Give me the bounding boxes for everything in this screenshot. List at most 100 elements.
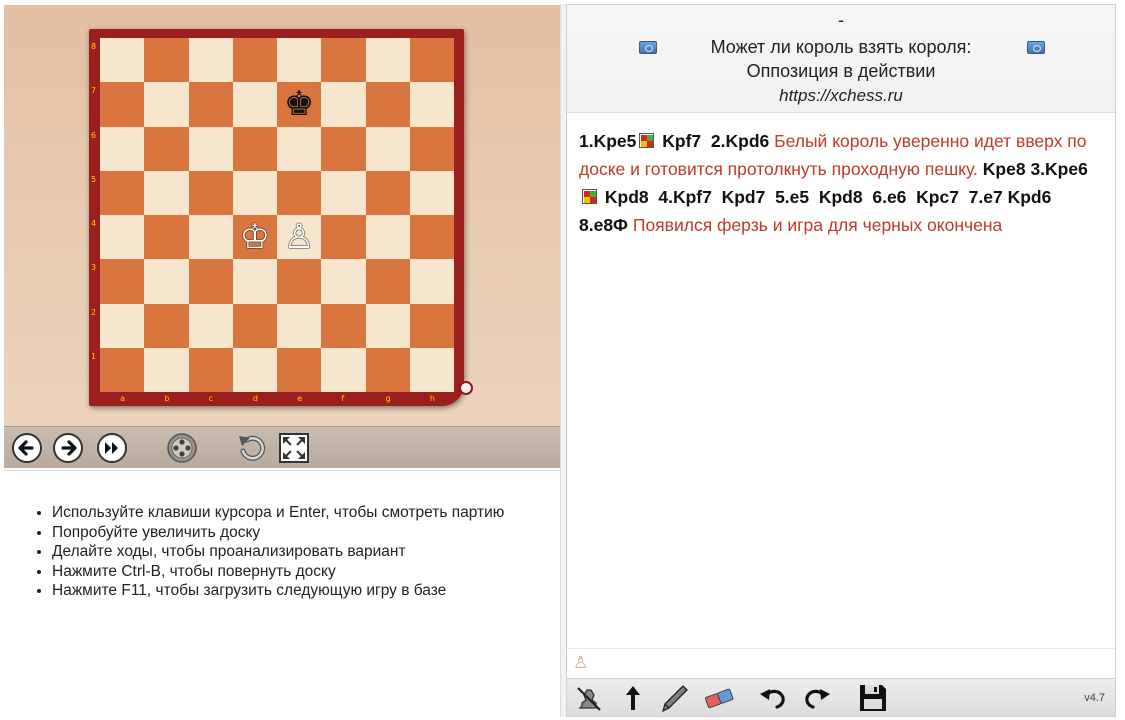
square-a1[interactable] <box>100 347 145 392</box>
square-f1[interactable] <box>321 347 366 392</box>
source-url[interactable]: https://xchess.ru <box>567 86 1115 106</box>
square-h8[interactable] <box>409 38 454 83</box>
square-a4[interactable] <box>100 215 145 260</box>
fullscreen-button[interactable] <box>278 432 310 464</box>
square-f3[interactable] <box>321 259 366 304</box>
square-h6[interactable] <box>409 126 454 171</box>
prev-move-button[interactable] <box>11 432 43 464</box>
square-a8[interactable] <box>100 38 145 83</box>
square-a6[interactable] <box>100 126 145 171</box>
square-f4[interactable] <box>321 215 366 260</box>
move[interactable]: Kpf7 <box>662 131 701 151</box>
last-move-button[interactable] <box>96 432 128 464</box>
square-c6[interactable] <box>188 126 233 171</box>
move[interactable]: Kpc7 <box>916 187 959 207</box>
square-g5[interactable] <box>365 170 410 215</box>
promote-variation-button[interactable] <box>617 682 649 714</box>
white-king-piece[interactable]: ♔ <box>233 215 277 259</box>
square-a7[interactable] <box>100 82 145 127</box>
square-c8[interactable] <box>188 38 233 83</box>
square-e8[interactable] <box>277 38 322 83</box>
square-b1[interactable] <box>144 347 189 392</box>
square-h1[interactable] <box>409 347 454 392</box>
black-king-piece[interactable]: ♚ <box>277 82 321 126</box>
square-g3[interactable] <box>365 259 410 304</box>
move[interactable]: Kpd6 <box>1008 187 1052 207</box>
square-c2[interactable] <box>188 303 233 348</box>
erase-button[interactable] <box>703 682 735 714</box>
square-g2[interactable] <box>365 303 410 348</box>
square-g8[interactable] <box>365 38 410 83</box>
square-c1[interactable] <box>188 347 233 392</box>
flip-board-button[interactable] <box>236 432 268 464</box>
square-b2[interactable] <box>144 303 189 348</box>
square-h7[interactable] <box>409 82 454 127</box>
square-d6[interactable] <box>232 126 277 171</box>
move[interactable]: 3.Kpe6 <box>1030 159 1087 179</box>
move[interactable]: 7.e7 <box>969 187 1003 207</box>
move[interactable]: 8.e8Ф <box>579 215 628 235</box>
square-f8[interactable] <box>321 38 366 83</box>
square-b8[interactable] <box>144 38 189 83</box>
square-b3[interactable] <box>144 259 189 304</box>
chessboard[interactable]: 8 7 6 5 4 3 2 1 a b c d e f g h ♚ ♔ ♙ <box>91 38 454 403</box>
redo-button[interactable] <box>801 682 833 714</box>
next-move-button[interactable] <box>52 432 84 464</box>
square-d8[interactable] <box>232 38 277 83</box>
square-h3[interactable] <box>409 259 454 304</box>
square-a3[interactable] <box>100 259 145 304</box>
square-c4[interactable] <box>188 215 233 260</box>
square-f2[interactable] <box>321 303 366 348</box>
square-f5[interactable] <box>321 170 366 215</box>
square-g6[interactable] <box>365 126 410 171</box>
move[interactable]: Kpd8 <box>819 187 863 207</box>
square-c5[interactable] <box>188 170 233 215</box>
square-f6[interactable] <box>321 126 366 171</box>
square-b6[interactable] <box>144 126 189 171</box>
square-e3[interactable] <box>277 259 322 304</box>
square-c7[interactable] <box>188 82 233 127</box>
white-pawn-piece[interactable]: ♙ <box>277 215 321 259</box>
square-b4[interactable] <box>144 215 189 260</box>
square-a5[interactable] <box>100 170 145 215</box>
analysis-icon <box>639 133 655 148</box>
square-e5[interactable] <box>277 170 322 215</box>
save-button[interactable] <box>857 682 889 714</box>
delete-move-button[interactable] <box>573 682 605 714</box>
square-c3[interactable] <box>188 259 233 304</box>
square-e2[interactable] <box>277 303 322 348</box>
square-d2[interactable] <box>232 303 277 348</box>
rank-label: 4 <box>91 219 97 228</box>
square-a2[interactable] <box>100 303 145 348</box>
square-g4[interactable] <box>365 215 410 260</box>
square-d3[interactable] <box>232 259 277 304</box>
square-h4[interactable] <box>409 215 454 260</box>
move[interactable]: Kpd7 <box>722 187 766 207</box>
move[interactable]: 1.Kpe5 <box>579 131 636 151</box>
square-e6[interactable] <box>277 126 322 171</box>
square-d7[interactable] <box>232 82 277 127</box>
move[interactable]: Kpd8 <box>605 187 649 207</box>
square-h2[interactable] <box>409 303 454 348</box>
move[interactable]: Kpe8 <box>983 159 1026 179</box>
square-d5[interactable] <box>232 170 277 215</box>
square-d1[interactable] <box>232 347 277 392</box>
move[interactable]: 5.e5 <box>775 187 809 207</box>
square-e1[interactable] <box>277 347 322 392</box>
game-header: - Может ли король взять короля: Оппозици… <box>567 5 1115 113</box>
square-g7[interactable] <box>365 82 410 127</box>
square-g1[interactable] <box>365 347 410 392</box>
undo-button[interactable] <box>757 682 789 714</box>
comment-button[interactable] <box>659 682 691 714</box>
square-b5[interactable] <box>144 170 189 215</box>
file-label: c <box>208 394 214 403</box>
square-h5[interactable] <box>409 170 454 215</box>
new-board-button[interactable] <box>166 432 198 464</box>
move[interactable]: 6.e6 <box>872 187 906 207</box>
square-f7[interactable] <box>321 82 366 127</box>
move-input-row[interactable]: ♙ <box>567 648 1115 678</box>
move[interactable]: 2.Kpd6 <box>711 131 769 151</box>
square-b7[interactable] <box>144 82 189 127</box>
new-board-icon <box>167 433 197 463</box>
move[interactable]: 4.Kpf7 <box>658 187 711 207</box>
